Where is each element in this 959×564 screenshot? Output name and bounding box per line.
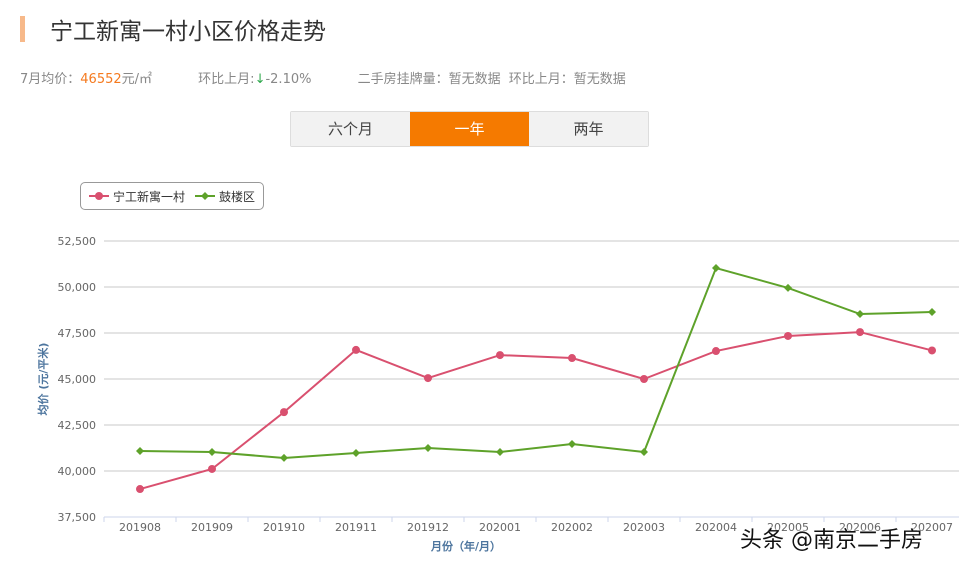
y-tick-label: 45,000 xyxy=(58,373,97,386)
y-tick-label: 52,500 xyxy=(58,235,97,248)
data-point xyxy=(712,347,720,356)
watermark: 头条 @南京二手房 xyxy=(740,528,923,553)
x-tick-label: 202004 xyxy=(695,521,737,534)
data-point xyxy=(352,448,360,457)
data-point xyxy=(856,310,864,319)
y-tick-label: 50,000 xyxy=(58,281,97,294)
data-point xyxy=(784,331,792,340)
data-point xyxy=(352,345,360,354)
data-point xyxy=(280,408,288,417)
x-tick-label: 202003 xyxy=(623,521,665,534)
data-point xyxy=(208,448,216,457)
x-tick-label: 202001 xyxy=(479,521,521,534)
data-point xyxy=(280,453,288,462)
data-point xyxy=(496,351,504,360)
y-tick-label: 40,000 xyxy=(58,465,97,478)
x-axis-title: 月份（年/月） xyxy=(430,539,501,553)
x-tick-label: 201908 xyxy=(119,521,161,534)
y-tick-label: 42,500 xyxy=(58,419,97,432)
price-trend-chart: 37,500 40,000 42,500 45,000 47,500 50,000 52,5… xyxy=(36,235,959,553)
y-tick-label: 37,500 xyxy=(58,511,97,524)
series-line-1 xyxy=(139,266,933,459)
series-line-0 xyxy=(139,331,933,490)
data-point xyxy=(568,354,576,363)
data-point xyxy=(136,485,144,494)
y-axis-title: 均价 (元/平米) xyxy=(36,343,50,416)
data-point xyxy=(856,328,864,337)
x-tick-label: 201911 xyxy=(335,521,377,534)
data-point xyxy=(424,374,432,383)
data-point xyxy=(640,375,648,383)
x-tick-label: 201910 xyxy=(263,521,305,534)
data-point xyxy=(424,444,432,452)
data-point xyxy=(496,448,504,457)
data-point xyxy=(136,446,144,455)
data-point xyxy=(568,439,576,448)
data-point xyxy=(928,308,936,317)
y-tick-label: 47,500 xyxy=(58,327,97,340)
data-point xyxy=(712,264,720,273)
data-point xyxy=(208,464,216,473)
x-tick-label: 201909 xyxy=(191,521,233,534)
data-point xyxy=(928,346,936,355)
x-tick-label: 202002 xyxy=(551,521,593,534)
data-point xyxy=(784,283,792,292)
data-point xyxy=(640,448,648,457)
x-tick-label: 201912 xyxy=(407,521,449,534)
